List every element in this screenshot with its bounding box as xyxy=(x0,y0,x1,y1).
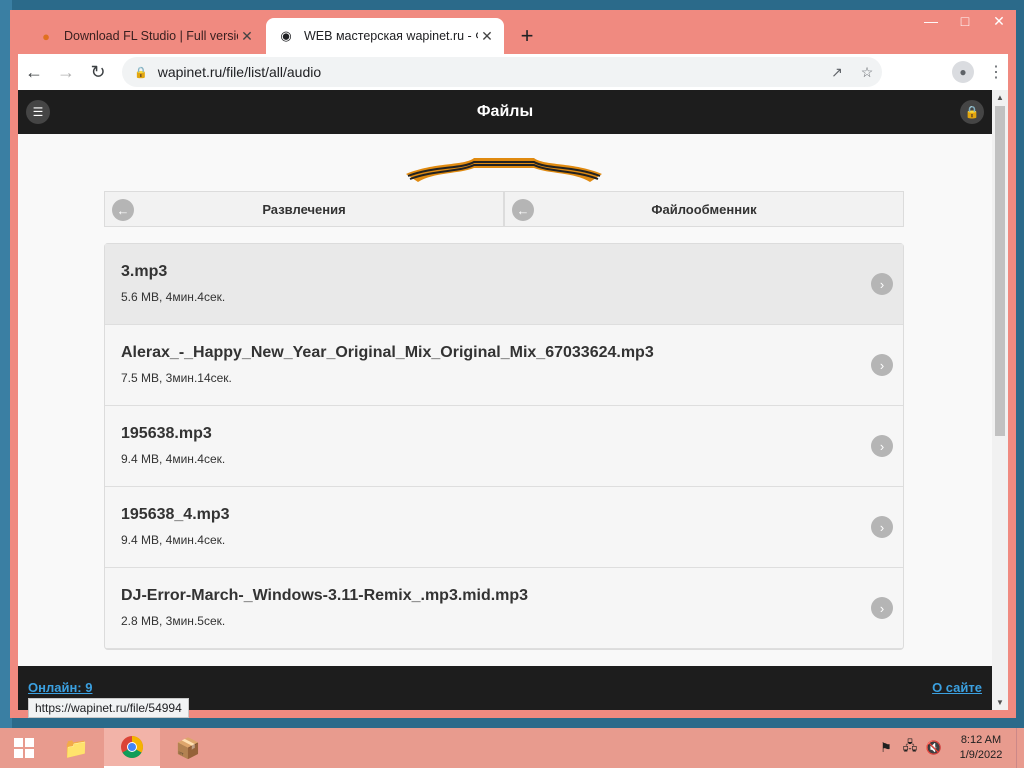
title-bar: ● Download FL Studio | Full version ✕ ◉ … xyxy=(10,10,1016,54)
file-meta: 9.4 MB, 4мин.4сек. xyxy=(121,533,226,547)
breadcrumb-label: Файлообменник xyxy=(651,201,757,217)
st-george-ribbon-logo xyxy=(406,158,602,182)
chevron-right-icon: › xyxy=(871,435,893,457)
system-tray: ⚑ 🖧 🔇 8:12 AM 1/9/2022 xyxy=(874,728,1024,768)
url-text[interactable]: wapinet.ru/file/list/all/audio xyxy=(158,64,822,80)
chevron-right-icon: › xyxy=(871,597,893,619)
maximize-button[interactable]: □ xyxy=(948,10,982,32)
chevron-right-icon: › xyxy=(871,354,893,376)
start-button[interactable] xyxy=(0,728,48,768)
scroll-thumb[interactable] xyxy=(995,106,1005,436)
list-item[interactable]: Alerax_-_Happy_New_Year_Original_Mix_Ori… xyxy=(105,325,903,406)
fl-studio-icon: ● xyxy=(42,28,50,44)
close-icon[interactable]: ✕ xyxy=(478,27,496,45)
about-site-link[interactable]: О сайте xyxy=(932,680,982,695)
file-meta: 9.4 MB, 4мин.4сек. xyxy=(121,452,226,466)
file-explorer-icon[interactable]: 📁 xyxy=(48,728,104,768)
vertical-scrollbar[interactable]: ▲ ▼ xyxy=(992,90,1008,710)
arrow-left-icon: ← xyxy=(512,199,534,221)
close-window-button[interactable]: ✕ xyxy=(982,10,1016,32)
scroll-down-icon[interactable]: ▼ xyxy=(995,698,1005,707)
file-name: 195638.mp3 xyxy=(121,425,212,442)
window-controls: — □ ✕ xyxy=(914,10,1016,34)
status-bar-url: https://wapinet.ru/file/54994 xyxy=(28,698,189,718)
file-meta: 7.5 MB, 3мин.14сек. xyxy=(121,371,232,385)
list-item[interactable]: 195638.mp3 9.4 MB, 4мин.4сек. › xyxy=(105,406,903,487)
action-center-flag-icon[interactable]: ⚑ xyxy=(874,740,898,756)
new-tab-button[interactable]: + xyxy=(514,24,540,50)
breadcrumb: ← Развлечения ← Файлообменник xyxy=(104,191,904,227)
taskbar: 📁 📦 ⚑ 🖧 🔇 8:12 AM 1/9/2022 xyxy=(0,728,1024,768)
file-name: DJ-Error-March-_Windows-3.11-Remix_.mp3.… xyxy=(121,587,529,604)
file-meta: 2.8 MB, 3мин.5сек. xyxy=(121,614,226,628)
scroll-up-icon[interactable]: ▲ xyxy=(995,93,1005,102)
browser-window: ● Download FL Studio | Full version ✕ ◉ … xyxy=(10,10,1016,718)
chrome-icon[interactable] xyxy=(104,728,160,768)
back-button[interactable]: ← xyxy=(18,56,50,88)
tab-title: Download FL Studio | Full version xyxy=(64,29,238,43)
show-desktop-button[interactable] xyxy=(1016,728,1024,768)
chevron-right-icon: › xyxy=(871,516,893,538)
tab-title: WEB мастерская wapinet.ru - Фа xyxy=(304,29,478,43)
breadcrumb-item-file-exchange[interactable]: ← Файлообменник xyxy=(504,191,904,227)
lock-icon[interactable]: 🔒 xyxy=(134,66,148,79)
page-title: Файлы xyxy=(476,103,534,120)
close-icon[interactable]: ✕ xyxy=(238,27,256,45)
clock[interactable]: 8:12 AM 1/9/2022 xyxy=(946,733,1016,763)
tab-fl-studio[interactable]: ● Download FL Studio | Full version ✕ xyxy=(26,18,264,54)
bookmark-star-icon[interactable]: ☆ xyxy=(852,64,882,81)
browser-toolbar: ← → ↻ 🔒 wapinet.ru/file/list/all/audio ↗… xyxy=(18,54,1008,90)
file-name: Alerax_-_Happy_New_Year_Original_Mix_Ori… xyxy=(121,344,654,361)
site-header: ☰ Файлы 🔒 xyxy=(18,90,992,134)
lock-icon[interactable]: 🔒 xyxy=(960,100,984,124)
chevron-right-icon: › xyxy=(871,273,893,295)
file-name: 195638_4.mp3 xyxy=(121,506,230,523)
list-item[interactable]: 195638_4.mp3 9.4 MB, 4мин.4сек. › xyxy=(105,487,903,568)
windows-logo-icon xyxy=(14,738,34,758)
network-icon[interactable]: 🖧 xyxy=(898,737,922,759)
breadcrumb-item-entertainment[interactable]: ← Развлечения xyxy=(104,191,504,227)
profile-avatar[interactable]: ● xyxy=(952,61,974,83)
clock-date: 1/9/2022 xyxy=(959,749,1003,761)
volume-muted-icon[interactable]: 🔇 xyxy=(922,740,946,756)
file-list: 3.mp3 5.6 MB, 4мин.4сек. › Alerax_-_Happ… xyxy=(104,243,904,650)
file-meta: 5.6 MB, 4мин.4сек. xyxy=(121,290,226,304)
page-viewport: ☰ Файлы 🔒 ← Развлечения ← Файлообменник … xyxy=(18,90,1008,710)
minimize-button[interactable]: — xyxy=(914,10,948,32)
share-icon[interactable]: ↗ xyxy=(822,64,852,81)
forward-button[interactable]: → xyxy=(50,56,82,88)
menu-icon[interactable]: ⋮ xyxy=(984,62,1008,82)
list-item[interactable]: DJ-Error-March-_Windows-3.11-Remix_.mp3.… xyxy=(105,568,903,649)
file-name: 3.mp3 xyxy=(121,263,168,280)
list-item[interactable]: 3.mp3 5.6 MB, 4мин.4сек. › xyxy=(105,244,903,325)
reload-button[interactable]: ↻ xyxy=(82,56,114,88)
installer-icon[interactable]: 📦 xyxy=(160,728,216,768)
breadcrumb-label: Развлечения xyxy=(262,201,346,217)
arrow-left-icon: ← xyxy=(112,199,134,221)
hamburger-menu-icon[interactable]: ☰ xyxy=(26,100,50,124)
online-count-link[interactable]: Онлайн: 9 xyxy=(28,680,92,695)
address-bar[interactable]: 🔒 wapinet.ru/file/list/all/audio ↗ ☆ xyxy=(122,57,882,87)
tab-wapinet[interactable]: ◉ WEB мастерская wapinet.ru - Фа ✕ xyxy=(266,18,504,54)
clock-time: 8:12 AM xyxy=(960,734,1002,746)
eye-icon: ◉ xyxy=(280,28,292,43)
